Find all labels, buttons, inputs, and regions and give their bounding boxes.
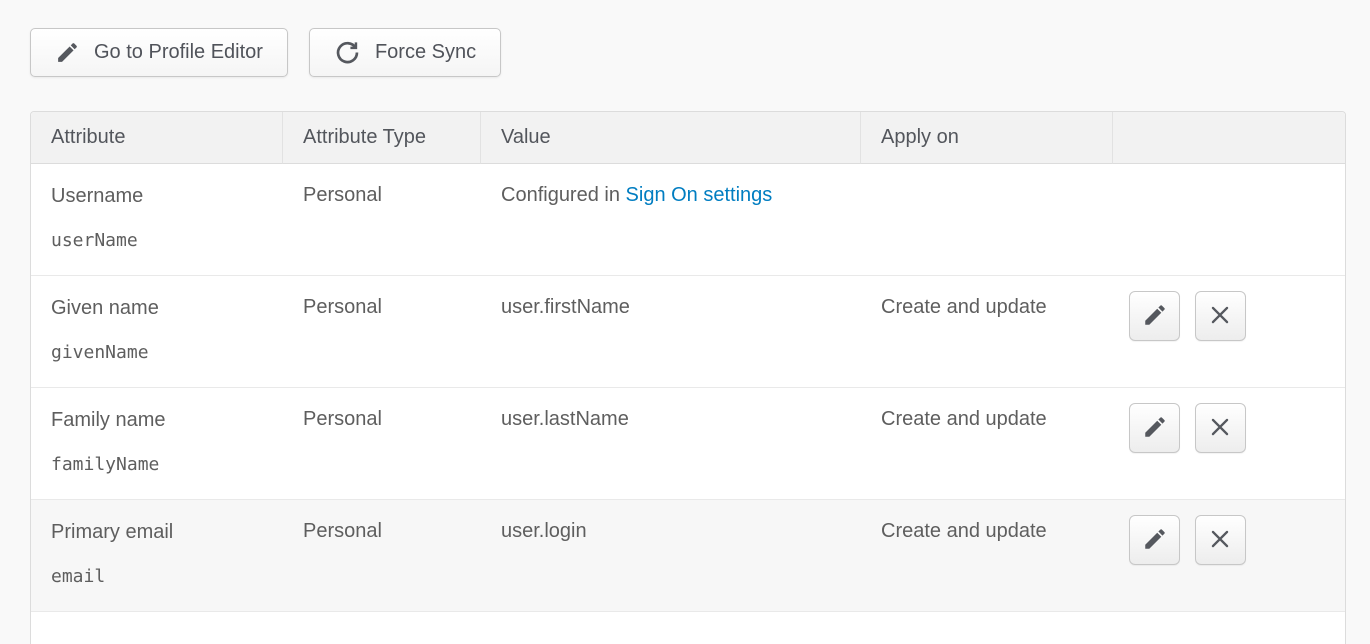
attribute-variable-name: email bbox=[51, 566, 263, 588]
value-text: Configured in bbox=[501, 184, 620, 206]
attribute-type-cell: Personal bbox=[283, 276, 481, 388]
column-header-attribute: Attribute bbox=[31, 112, 283, 164]
value-cell: Configured in Sign On settings bbox=[481, 164, 861, 276]
remove-attribute-button[interactable] bbox=[1195, 403, 1246, 453]
value-cell: user.login bbox=[481, 500, 861, 612]
pencil-icon bbox=[1142, 526, 1168, 555]
value-cell: user.firstName bbox=[481, 276, 861, 388]
attribute-cell: Primary email email bbox=[31, 500, 283, 612]
x-icon bbox=[1207, 302, 1233, 331]
table-header-row: Attribute Attribute Type Value Apply on bbox=[31, 112, 1345, 164]
actions-cell bbox=[1113, 276, 1345, 388]
apply-on-cell: Create and update bbox=[861, 388, 1113, 500]
apply-on-cell: Create and update bbox=[861, 276, 1113, 388]
sign-on-settings-link[interactable]: Sign On settings bbox=[626, 184, 773, 206]
attribute-type-cell: Personal bbox=[283, 164, 481, 276]
attribute-display-name: Primary email bbox=[51, 520, 263, 544]
column-header-actions bbox=[1113, 112, 1345, 164]
toolbar: Go to Profile Editor Force Sync bbox=[30, 28, 1370, 77]
attribute-variable-name: userName bbox=[51, 230, 263, 252]
table-row-given-name: Given name givenName Personal user.first… bbox=[31, 276, 1345, 388]
attribute-cell: Family name familyName bbox=[31, 388, 283, 500]
edit-attribute-button[interactable] bbox=[1129, 515, 1180, 565]
actions-cell-empty bbox=[1113, 164, 1345, 276]
edit-attribute-button[interactable] bbox=[1129, 291, 1180, 341]
attribute-variable-name: familyName bbox=[51, 454, 263, 476]
attribute-variable-name: givenName bbox=[51, 342, 263, 364]
actions-cell bbox=[1113, 500, 1345, 612]
x-icon bbox=[1207, 414, 1233, 443]
actions-cell bbox=[1113, 388, 1345, 500]
x-icon bbox=[1207, 526, 1233, 555]
pencil-icon bbox=[1142, 302, 1168, 331]
force-sync-label: Force Sync bbox=[375, 41, 476, 64]
value-cell: user.lastName bbox=[481, 388, 861, 500]
edit-attribute-button[interactable] bbox=[1129, 403, 1180, 453]
apply-on-cell bbox=[861, 164, 1113, 276]
force-sync-button[interactable]: Force Sync bbox=[309, 28, 501, 77]
refresh-icon bbox=[334, 39, 361, 66]
pencil-icon bbox=[55, 40, 80, 65]
go-to-profile-editor-label: Go to Profile Editor bbox=[94, 41, 263, 64]
table-row-username: Username userName Personal Configured in… bbox=[31, 164, 1345, 276]
table-row-primary-email: Primary email email Personal user.login … bbox=[31, 500, 1345, 612]
column-header-attribute-type: Attribute Type bbox=[283, 112, 481, 164]
apply-on-cell: Create and update bbox=[861, 500, 1113, 612]
attribute-mappings-table: Attribute Attribute Type Value Apply on … bbox=[30, 111, 1346, 644]
attribute-type-cell: Personal bbox=[283, 500, 481, 612]
table-row-family-name: Family name familyName Personal user.las… bbox=[31, 388, 1345, 500]
empty-cell bbox=[31, 612, 1345, 644]
attribute-cell: Given name givenName bbox=[31, 276, 283, 388]
attribute-display-name: Username bbox=[51, 184, 263, 208]
remove-attribute-button[interactable] bbox=[1195, 291, 1246, 341]
attribute-display-name: Family name bbox=[51, 408, 263, 432]
remove-attribute-button[interactable] bbox=[1195, 515, 1246, 565]
attribute-display-name: Given name bbox=[51, 296, 263, 320]
column-header-apply-on: Apply on bbox=[861, 112, 1113, 164]
go-to-profile-editor-button[interactable]: Go to Profile Editor bbox=[30, 28, 288, 77]
attribute-mappings-page: Go to Profile Editor Force Sync Attribut… bbox=[0, 0, 1370, 644]
attribute-cell: Username userName bbox=[31, 164, 283, 276]
column-header-value: Value bbox=[481, 112, 861, 164]
pencil-icon bbox=[1142, 414, 1168, 443]
table-row-partial bbox=[31, 612, 1345, 644]
attribute-type-cell: Personal bbox=[283, 388, 481, 500]
